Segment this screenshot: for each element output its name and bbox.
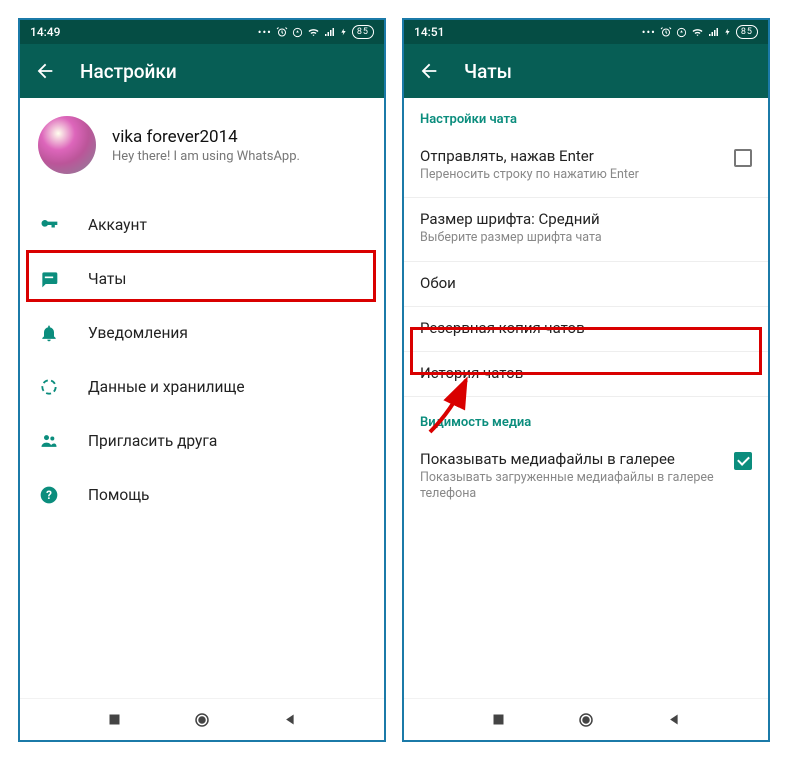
app-bar: Чаты <box>404 44 768 98</box>
settings-list: Аккаунт Чаты Уведомления Данные и хранил… <box>20 192 384 522</box>
android-nav-bar <box>20 698 384 740</box>
chat-item-backup[interactable]: Резервная копия чатов <box>404 307 768 352</box>
settings-label: Пригласить друга <box>88 432 217 450</box>
phone-screenshot-settings: 14:49 ••• 85 Настройки <box>18 18 386 742</box>
section-header-media-visibility: Видимость медиа <box>404 401 768 438</box>
chat-item-title: Обои <box>420 274 752 292</box>
more-dots-icon: ••• <box>258 26 272 39</box>
chat-item-enter-send[interactable]: Отправлять, нажав Enter Переносить строк… <box>404 135 768 198</box>
signal-icon <box>324 26 336 38</box>
back-arrow-icon[interactable] <box>418 60 440 82</box>
wifi-icon <box>691 26 704 38</box>
chat-item-media-visibility[interactable]: Показывать медиафайлы в галерее Показыва… <box>404 438 768 517</box>
data-icon <box>38 376 60 398</box>
sync-icon <box>292 27 303 38</box>
avatar <box>38 116 96 174</box>
chat-item-font-size[interactable]: Размер шрифта: Средний Выберите размер ш… <box>404 198 768 261</box>
settings-item-storage[interactable]: Данные и хранилище <box>20 360 384 414</box>
settings-item-notifications[interactable]: Уведомления <box>20 306 384 360</box>
battery-level: 85 <box>736 25 758 39</box>
battery-level: 85 <box>352 25 374 39</box>
charging-icon <box>340 26 348 38</box>
chat-item-sub: Выберите размер шрифта чата <box>420 230 752 246</box>
key-icon <box>38 214 60 236</box>
profile-name: vika forever2014 <box>112 127 366 147</box>
people-icon <box>38 430 60 452</box>
sync-icon <box>676 27 687 38</box>
nav-back-icon[interactable] <box>664 710 684 730</box>
settings-label: Помощь <box>88 486 149 504</box>
checkbox-enter-send[interactable] <box>734 149 752 167</box>
settings-item-help[interactable]: ? Помощь <box>20 468 384 522</box>
app-bar: Настройки <box>20 44 384 98</box>
nav-back-icon[interactable] <box>280 710 300 730</box>
status-bar: 14:51 ••• 85 <box>404 20 768 44</box>
chat-item-title: История чатов <box>420 364 752 382</box>
chat-item-history[interactable]: История чатов <box>404 352 768 397</box>
chat-item-sub: Переносить строку по нажатию Enter <box>420 167 722 183</box>
status-time: 14:49 <box>30 25 60 39</box>
charging-icon <box>724 26 732 38</box>
status-bar: 14:49 ••• 85 <box>20 20 384 44</box>
nav-recent-icon[interactable] <box>488 710 508 730</box>
settings-item-account[interactable]: Аккаунт <box>20 198 384 252</box>
nav-home-icon[interactable] <box>576 710 596 730</box>
settings-content: vika forever2014 Hey there! I am using W… <box>20 98 384 698</box>
status-time: 14:51 <box>414 25 444 39</box>
settings-label: Уведомления <box>88 324 188 342</box>
section-header-chat-settings: Настройки чата <box>404 98 768 135</box>
status-icons: ••• 85 <box>258 25 374 39</box>
more-dots-icon: ••• <box>642 26 656 39</box>
bell-icon <box>38 322 60 344</box>
android-nav-bar <box>404 698 768 740</box>
settings-label: Аккаунт <box>88 216 147 234</box>
profile-status: Hey there! I am using WhatsApp. <box>112 149 366 164</box>
chat-item-title: Резервная копия чатов <box>420 319 752 337</box>
nav-recent-icon[interactable] <box>104 710 124 730</box>
phone-screenshot-chats: 14:51 ••• 85 Чаты Настро <box>402 18 770 742</box>
svg-text:?: ? <box>46 488 52 502</box>
settings-item-invite[interactable]: Пригласить друга <box>20 414 384 468</box>
back-arrow-icon[interactable] <box>34 60 56 82</box>
chat-item-title: Отправлять, нажав Enter <box>420 147 722 165</box>
chat-item-wallpaper[interactable]: Обои <box>404 262 768 307</box>
checkbox-media-visibility[interactable] <box>734 452 752 470</box>
signal-icon <box>708 26 720 38</box>
chats-content: Настройки чата Отправлять, нажав Enter П… <box>404 98 768 698</box>
app-bar-title: Чаты <box>464 60 512 83</box>
status-icons: ••• 85 <box>642 25 758 39</box>
chat-item-title: Показывать медиафайлы в галерее <box>420 450 722 468</box>
alarm-icon <box>276 26 288 38</box>
chat-icon <box>38 268 60 290</box>
app-bar-title: Настройки <box>80 60 177 83</box>
profile-row[interactable]: vika forever2014 Hey there! I am using W… <box>20 98 384 192</box>
nav-home-icon[interactable] <box>192 710 212 730</box>
chat-item-title: Размер шрифта: Средний <box>420 210 752 228</box>
settings-item-chats[interactable]: Чаты <box>20 252 384 306</box>
alarm-icon <box>660 26 672 38</box>
wifi-icon <box>307 26 320 38</box>
chat-item-sub: Показывать загруженные медиафайлы в гале… <box>420 470 722 503</box>
help-icon: ? <box>38 484 60 506</box>
settings-label: Данные и хранилище <box>88 378 245 396</box>
settings-label: Чаты <box>88 270 126 288</box>
